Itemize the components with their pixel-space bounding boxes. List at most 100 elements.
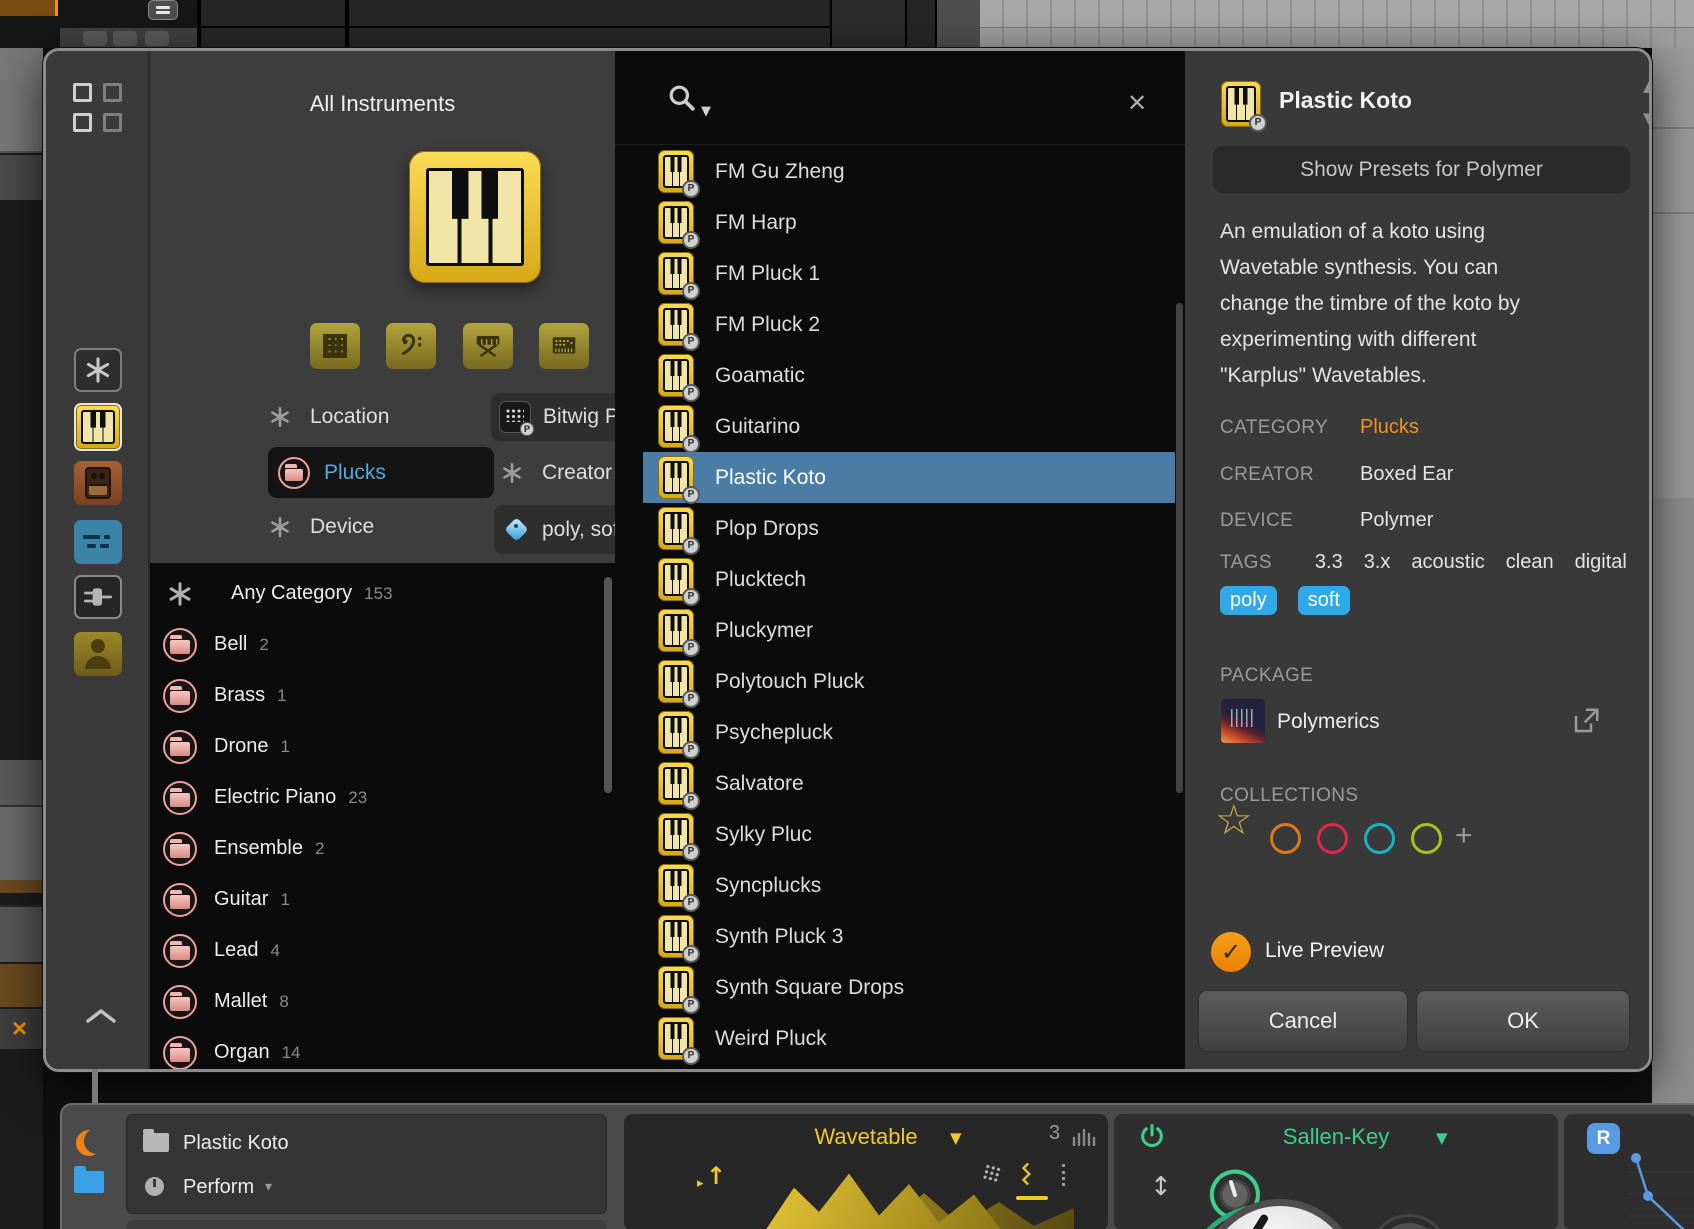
tag[interactable]: poly	[1220, 586, 1277, 615]
remote-badge[interactable]: R	[1587, 1123, 1620, 1154]
previous-preset-arrow-icon[interactable]: ▲	[1643, 79, 1652, 94]
collection-circle-red[interactable]	[1317, 823, 1348, 854]
rail-tab-plugins[interactable]	[74, 575, 122, 619]
rail-tab-clips[interactable]	[74, 520, 122, 564]
category-any[interactable]: Any Category 153	[150, 568, 615, 619]
collapse-chevron[interactable]	[84, 1007, 118, 1030]
package-thumbnail[interactable]	[1221, 699, 1265, 743]
next-preset-arrow-icon[interactable]: ▼	[1643, 111, 1652, 126]
preset-row[interactable]: P Plucktech	[643, 554, 1175, 605]
preset-row[interactable]: P Polytouch Pluck	[643, 656, 1175, 707]
voices-count[interactable]: 3	[1049, 1122, 1060, 1145]
collection-star-icon[interactable]: ☆	[1215, 799, 1253, 841]
preset-scrollbar[interactable]	[1176, 303, 1183, 793]
live-preview-checkbox[interactable]: ✓	[1211, 932, 1251, 972]
filter-type-title[interactable]: Sallen-Key	[1114, 1124, 1558, 1150]
search-options-caret-icon[interactable]: ▼	[701, 104, 711, 119]
add-collection-icon[interactable]: +	[1455, 819, 1473, 853]
type-filter-drum-machine[interactable]	[310, 323, 360, 369]
meta-category-value[interactable]: Plucks	[1360, 416, 1419, 439]
preset-row[interactable]: P Syncplucks	[643, 860, 1175, 911]
preset-row[interactable]: P FM Harp	[643, 197, 1175, 248]
tag[interactable]: digital	[1575, 551, 1627, 574]
tag[interactable]: acoustic	[1411, 551, 1484, 574]
piano-icon	[81, 410, 115, 444]
category-row[interactable]: Bell 2	[150, 619, 615, 670]
category-row[interactable]: Ensemble 2	[150, 823, 615, 874]
squiggle-icon[interactable]	[1020, 1162, 1034, 1186]
type-filter-bass[interactable]	[386, 323, 436, 369]
close-track-icon[interactable]: ×	[0, 1009, 43, 1049]
preset-row[interactable]: P Weird Pluck	[643, 1013, 1175, 1064]
tag[interactable]: 3.x	[1364, 551, 1391, 574]
preset-row[interactable]: P Plop Drops	[643, 503, 1175, 554]
filter-creator[interactable]: Creator	[500, 447, 612, 498]
envelope-curve[interactable]	[1628, 1152, 1694, 1229]
resonance-knob[interactable]	[1372, 1217, 1446, 1229]
wavetable-caret-icon[interactable]: ▼	[950, 1129, 962, 1147]
meta-device-row: DEVICE Polymer	[1220, 509, 1650, 532]
moon-icon[interactable]	[75, 1129, 103, 1157]
cancel-button[interactable]: Cancel	[1198, 990, 1408, 1052]
category-row[interactable]: Guitar 1	[150, 874, 615, 925]
category-row[interactable]: Mallet 8	[150, 976, 615, 1027]
mode-caret-icon[interactable]: ▾	[265, 1179, 272, 1195]
grid-view-icon[interactable]	[73, 83, 129, 137]
search-bar[interactable]: ▼ ✕	[615, 51, 1185, 145]
collection-circle-green[interactable]	[1411, 823, 1442, 854]
track-button-3[interactable]	[145, 31, 169, 46]
collection-circle-orange[interactable]	[1270, 823, 1301, 854]
category-scrollbar[interactable]	[604, 577, 612, 793]
type-filter-synth[interactable]	[539, 323, 589, 369]
package-name[interactable]: Polymerics	[1277, 710, 1380, 734]
tag[interactable]: soft	[1298, 586, 1350, 615]
tag[interactable]: clean	[1506, 551, 1554, 574]
meta-device-value[interactable]: Polymer	[1360, 509, 1433, 532]
track-button-1[interactable]	[83, 31, 107, 46]
rail-tab-instruments[interactable]	[74, 403, 122, 451]
updown-arrow-icon[interactable]: ↕	[1150, 1172, 1172, 1202]
ok-button[interactable]: OK	[1416, 990, 1630, 1052]
preset-row[interactable]: P Plastic Koto	[643, 452, 1175, 503]
unison-dots-icon[interactable]	[982, 1164, 1003, 1185]
tag[interactable]: 3.3	[1315, 551, 1343, 574]
filter-device[interactable]: Device	[268, 503, 374, 551]
preset-row[interactable]: P Psychepluck	[643, 707, 1175, 758]
dashed-line-icon[interactable]	[1062, 1164, 1065, 1186]
device-mode-selector[interactable]: Perform	[183, 1176, 254, 1199]
show-presets-button[interactable]: Show Presets for Polymer	[1213, 146, 1630, 193]
filter-category-chip[interactable]: Plucks	[268, 447, 494, 498]
preset-row[interactable]: P Sylky Pluc	[643, 809, 1175, 860]
rail-tab-effects[interactable]	[74, 461, 122, 505]
meta-creator-value[interactable]: Boxed Ear	[1360, 463, 1453, 486]
blue-folder-icon[interactable]	[74, 1171, 104, 1193]
preset-row[interactable]: P FM Gu Zheng	[643, 146, 1175, 197]
preset-row[interactable]: P Synth Square Drops	[643, 962, 1175, 1013]
collection-circle-teal[interactable]	[1364, 823, 1395, 854]
category-row[interactable]: Brass 1	[150, 670, 615, 721]
category-row[interactable]: Organ 14	[150, 1027, 615, 1069]
hamburger-menu-button[interactable]	[148, 0, 178, 20]
rail-tab-everything[interactable]	[74, 348, 122, 392]
preset-row[interactable]: P FM Pluck 1	[643, 248, 1175, 299]
person-icon	[81, 639, 115, 669]
filter-location[interactable]: Location	[268, 394, 389, 440]
clear-search-icon[interactable]: ✕	[1127, 91, 1147, 115]
preset-row[interactable]: P Guitarino	[643, 401, 1175, 452]
preset-row[interactable]: P Goamatic	[643, 350, 1175, 401]
preset-row[interactable]: P Salvatore	[643, 758, 1175, 809]
category-row[interactable]: Drone 1	[150, 721, 615, 772]
wavetable-visual[interactable]	[759, 1170, 1009, 1229]
preset-row[interactable]: P Synth Pluck 3	[643, 911, 1175, 962]
device-preset-name[interactable]: Plastic Koto	[183, 1132, 289, 1155]
filter-caret-icon[interactable]: ▼	[1436, 1129, 1448, 1147]
preset-row[interactable]: P Pluckymer	[643, 605, 1175, 656]
category-row[interactable]: Electric Piano 23	[150, 772, 615, 823]
type-filter-keyboard[interactable]	[463, 323, 513, 369]
track-button-2[interactable]	[113, 31, 137, 46]
rail-tab-presets-user[interactable]	[74, 632, 122, 676]
wavetable-title[interactable]: Wavetable	[624, 1124, 1108, 1150]
preset-row[interactable]: P FM Pluck 2	[643, 299, 1175, 350]
category-row[interactable]: Lead 4	[150, 925, 615, 976]
external-link-icon[interactable]	[1571, 706, 1601, 741]
